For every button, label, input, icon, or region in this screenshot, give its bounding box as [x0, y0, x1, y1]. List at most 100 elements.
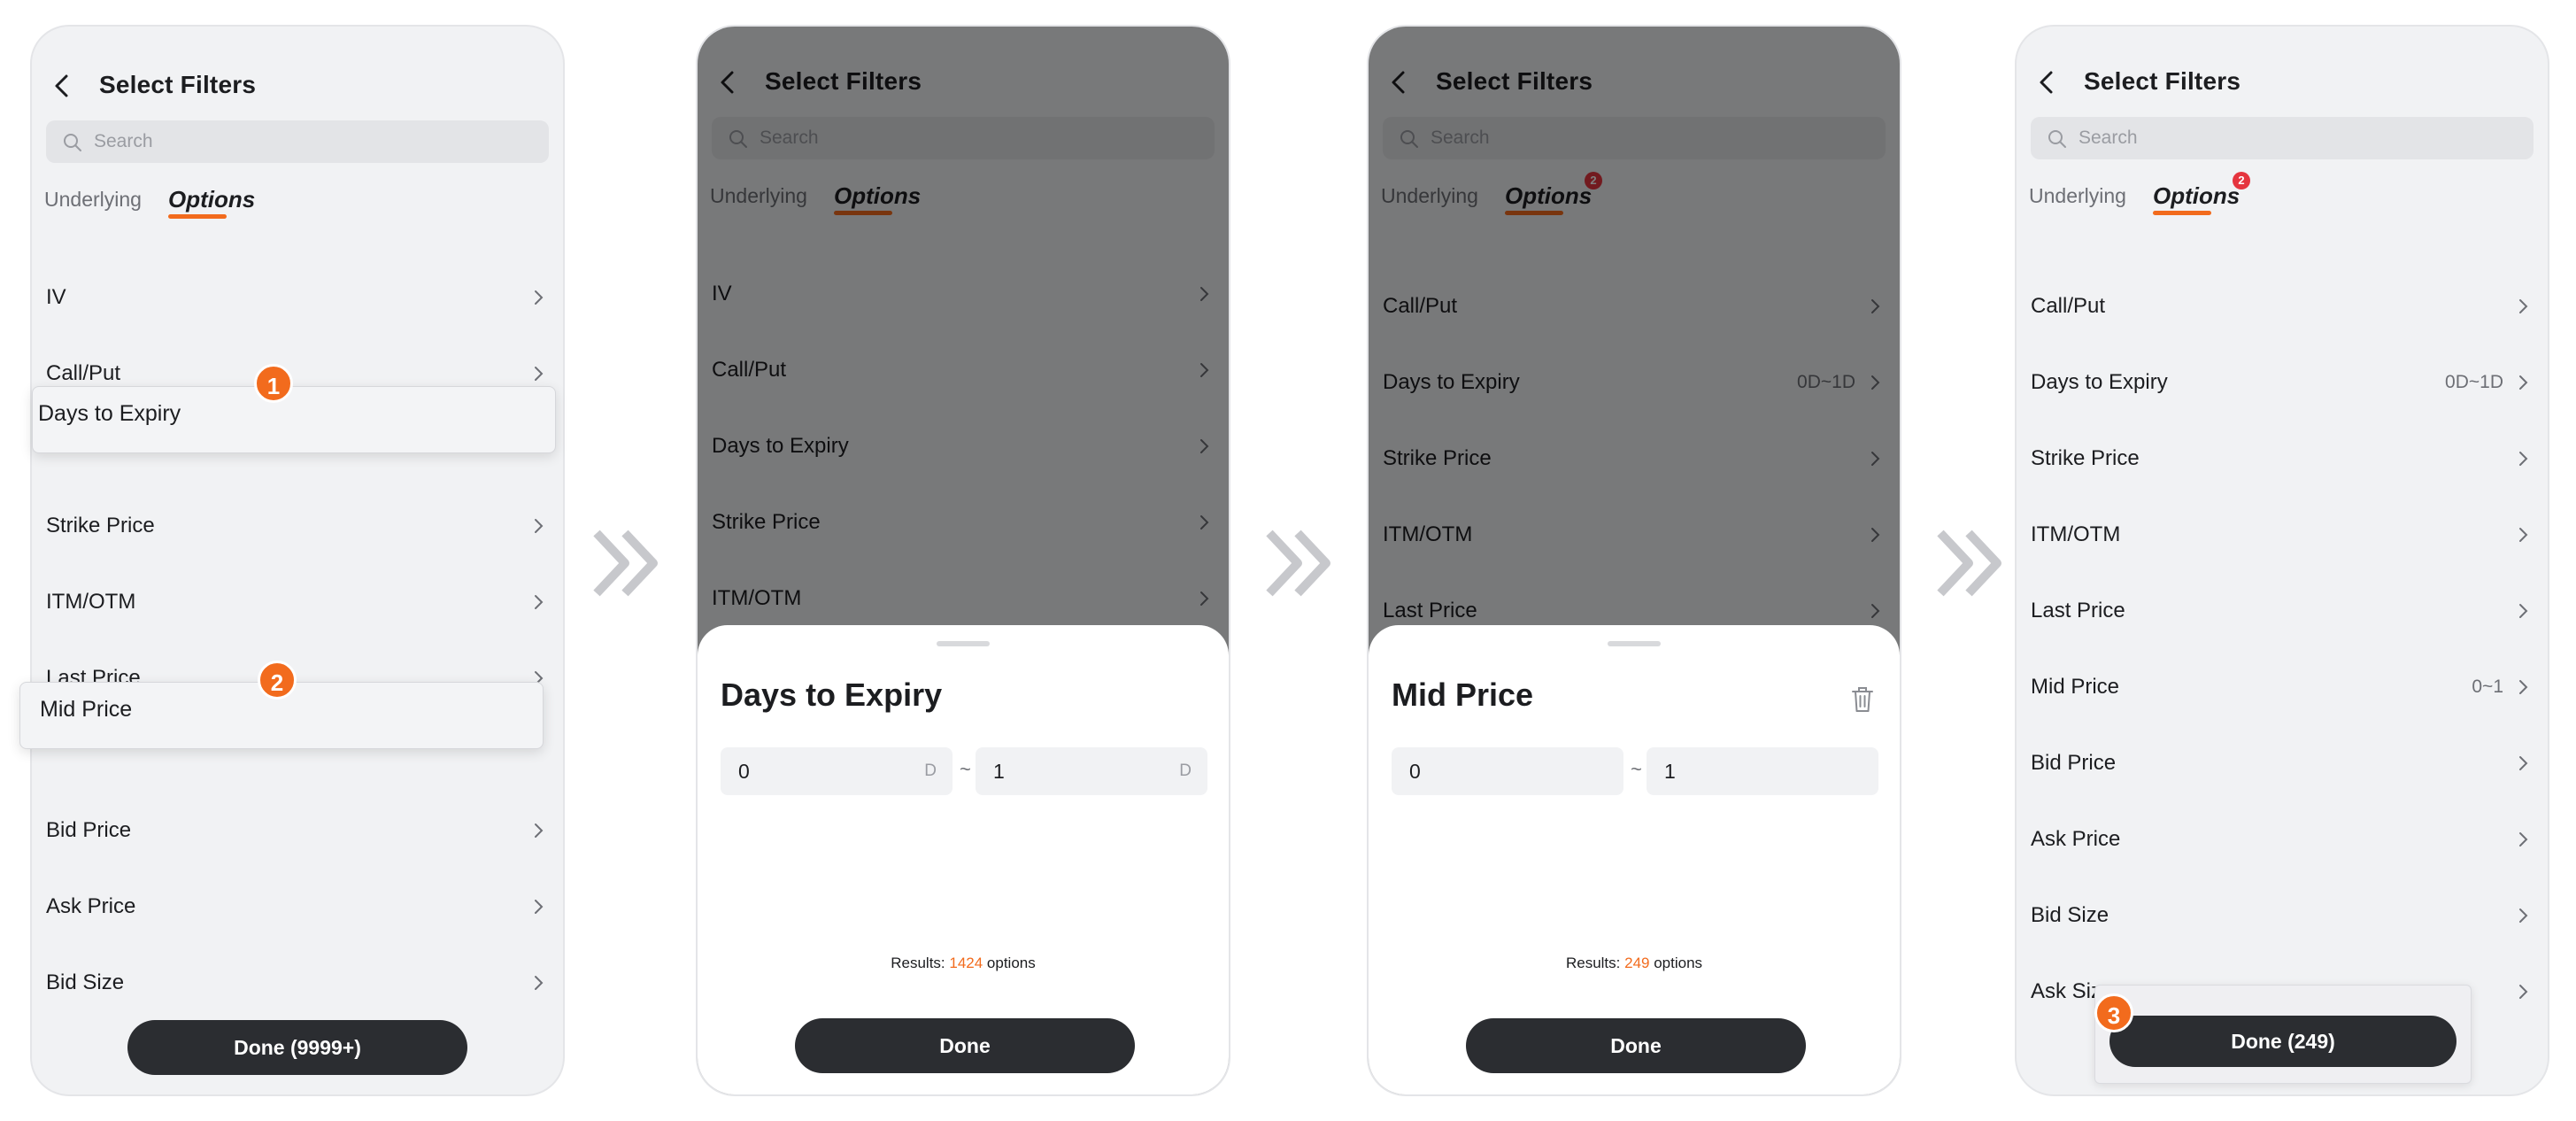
row-label: IV: [46, 285, 66, 309]
filter-tabs: Underlying Options 2: [2029, 172, 2548, 220]
results-suffix: options: [983, 955, 1036, 971]
min-input[interactable]: 0: [1392, 747, 1623, 795]
page-title: Select Filters: [2084, 67, 2241, 95]
row-label: Call/Put: [46, 361, 121, 385]
double-chevron-right-icon: [1266, 530, 1330, 597]
header: Select Filters: [2017, 62, 2548, 101]
sheet-handle[interactable]: [1608, 641, 1661, 646]
max-input[interactable]: 1: [1647, 747, 1878, 795]
screen-3: Select Filters Search Underlying Options…: [1367, 25, 1901, 1096]
chevron-right-icon: [2519, 375, 2528, 390]
row-value: 0~1: [2472, 676, 2503, 697]
trash-icon[interactable]: [1850, 685, 1875, 714]
filter-row-bid-price[interactable]: Bid Price: [46, 804, 549, 857]
chevron-left-icon[interactable]: [48, 71, 78, 101]
row-label: Call/Put: [2031, 294, 2106, 318]
max-value: 1: [1664, 760, 1676, 783]
filter-count-badge: 2: [2233, 172, 2250, 189]
chevron-right-icon: [535, 900, 544, 914]
row-label: Ask Price: [46, 894, 136, 918]
tab-underline: [2153, 211, 2211, 215]
screen-2: Select Filters Search Underlying Options…: [696, 25, 1230, 1096]
filter-row-bid-size[interactable]: Bid Size: [46, 956, 549, 1009]
chevron-right-icon: [535, 823, 544, 838]
filter-row-itm-otm[interactable]: ITM/OTM: [2031, 508, 2534, 561]
row-label: Last Price: [2031, 599, 2125, 622]
results-count: Results: 249 options: [1369, 955, 1900, 972]
dragged-item-label: Days to Expiry: [38, 401, 181, 426]
screen-4: Select Filters Search Underlying Options…: [2015, 25, 2549, 1096]
chevron-right-icon: [2519, 832, 2528, 847]
row-label: Bid Price: [2031, 751, 2117, 775]
chevron-right-icon: [2519, 908, 2528, 923]
filter-row-strike-price[interactable]: Strike Price: [2031, 432, 2534, 485]
done-button[interactable]: Done: [795, 1018, 1135, 1073]
chevron-right-icon: [535, 976, 544, 990]
step-badge-1: 1: [254, 364, 293, 403]
sheet-title: Days to Expiry: [721, 676, 943, 713]
row-label: ITM/OTM: [46, 590, 136, 614]
filter-row-ask-price[interactable]: Ask Price: [2031, 813, 2534, 866]
filter-row-call-put[interactable]: Call/Put: [2031, 280, 2534, 333]
filter-tabs: Underlying Options: [44, 186, 563, 223]
tab-options[interactable]: Options: [2153, 182, 2240, 215]
min-input[interactable]: 0 D: [721, 747, 953, 795]
tab-underlying[interactable]: Underlying: [2029, 184, 2126, 208]
chevron-right-icon: [2519, 604, 2528, 618]
bottom-sheet: Days to Expiry 0 D ~ 1 D Results: 1424 o…: [698, 625, 1229, 1094]
chevron-right-icon: [535, 290, 544, 305]
done-button[interactable]: Done (9999+): [127, 1020, 467, 1075]
row-value: 0D~1D: [2445, 372, 2503, 392]
unit-label: D: [1179, 762, 1192, 780]
dragged-item-days-to-expiry[interactable]: Days to Expiry: [32, 386, 556, 453]
done-button[interactable]: Done: [1466, 1018, 1806, 1073]
search-input[interactable]: Search: [2031, 117, 2534, 159]
search-placeholder: Search: [94, 131, 153, 151]
double-chevron-right-icon: [1937, 530, 2001, 597]
range-separator: ~: [960, 758, 971, 780]
unit-label: D: [924, 762, 937, 780]
filter-row-ask-price[interactable]: Ask Price: [46, 880, 549, 933]
row-label: Bid Size: [46, 970, 125, 994]
filter-row-mid-price[interactable]: Mid Price 0~1: [2031, 661, 2534, 714]
results-number: 1424: [949, 955, 983, 971]
row-label: Ask Price: [2031, 827, 2121, 851]
chevron-right-icon: [535, 595, 544, 609]
chevron-right-icon: [535, 367, 544, 381]
row-label: Strike Price: [46, 514, 155, 537]
search-input[interactable]: Search: [46, 120, 549, 163]
filter-row-itm-otm[interactable]: ITM/OTM: [46, 576, 549, 629]
chevron-right-icon: [2519, 528, 2528, 542]
max-input[interactable]: 1 D: [976, 747, 1207, 795]
filter-row-iv[interactable]: IV: [46, 271, 549, 324]
tab-underlying[interactable]: Underlying: [44, 188, 142, 212]
min-value: 0: [1409, 760, 1421, 783]
filter-row-strike-price[interactable]: Strike Price: [46, 499, 549, 553]
chevron-right-icon: [2519, 985, 2528, 999]
filter-row-bid-size[interactable]: Bid Size: [2031, 889, 2534, 942]
max-value: 1: [993, 760, 1005, 783]
results-prefix: Results:: [1565, 955, 1625, 971]
sheet-handle[interactable]: [937, 641, 990, 646]
page-title: Select Filters: [99, 71, 257, 98]
range-separator: ~: [1631, 758, 1642, 780]
results-number: 249: [1624, 955, 1650, 971]
chevron-right-icon: [2519, 756, 2528, 770]
dragged-item-label: Mid Price: [40, 697, 133, 722]
done-highlight-card: Done (249): [2094, 985, 2472, 1084]
tab-options[interactable]: Options: [168, 186, 255, 219]
row-label: Days to Expiry: [2031, 370, 2168, 394]
row-label: Bid Size: [2031, 903, 2109, 927]
double-chevron-right-icon: [593, 530, 658, 597]
chevron-right-icon: [2519, 452, 2528, 466]
sheet-title: Mid Price: [1392, 676, 1534, 713]
step-badge-3: 3: [2094, 993, 2133, 1032]
filter-row-bid-price[interactable]: Bid Price: [2031, 737, 2534, 790]
chevron-right-icon: [535, 519, 544, 533]
filter-row-days-to-expiry[interactable]: Days to Expiry 0D~1D: [2031, 356, 2534, 409]
done-button[interactable]: Done (249): [2109, 1016, 2456, 1067]
results-suffix: options: [1649, 955, 1703, 971]
step-badge-2: 2: [258, 661, 297, 700]
chevron-left-icon[interactable]: [2032, 67, 2063, 97]
filter-row-last-price[interactable]: Last Price: [2031, 584, 2534, 638]
